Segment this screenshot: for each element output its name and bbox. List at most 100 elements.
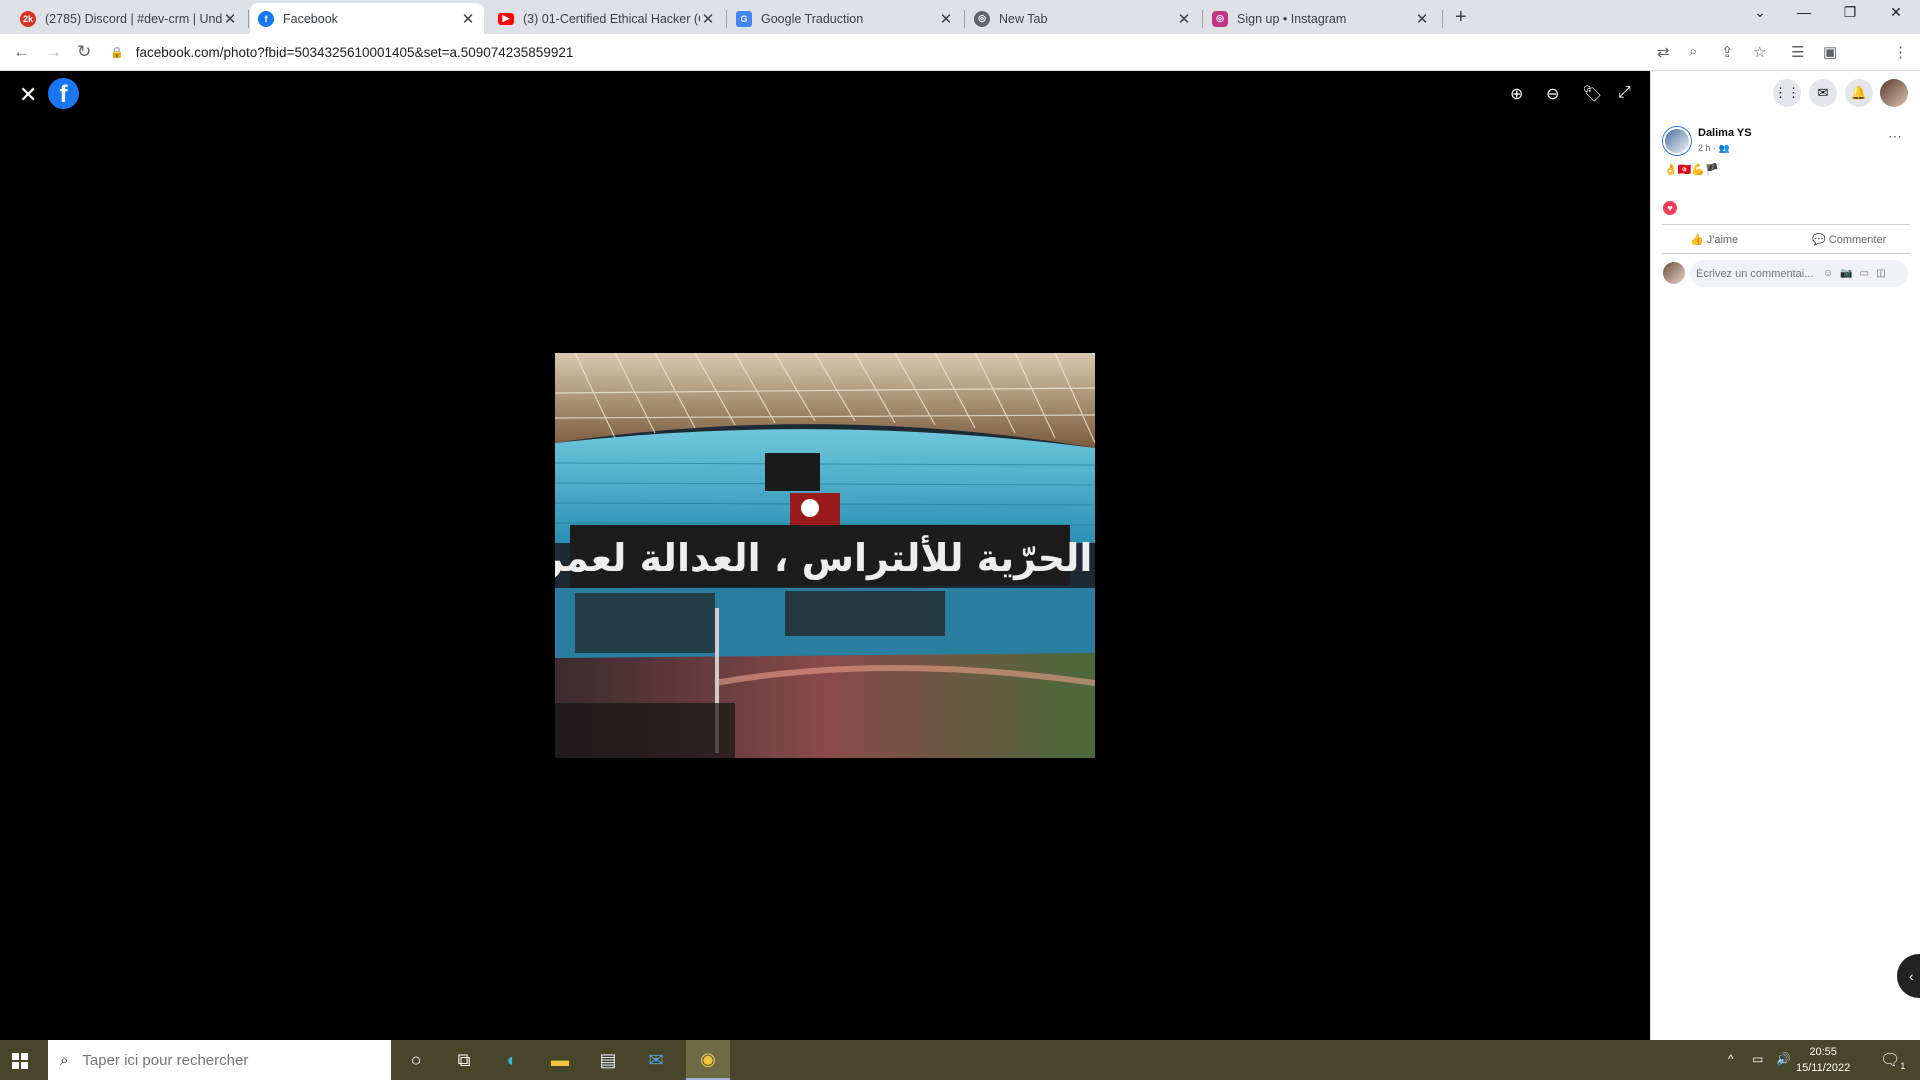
tray-chevron-icon[interactable]: ^ — [1728, 1052, 1734, 1066]
close-icon[interactable]: ✕ — [1176, 10, 1192, 28]
search-icon: ⌕ — [60, 1051, 69, 1069]
windows-taskbar: ⌕ ○ ⧉ ◐ ▬ ▤ ✉ ◉ ^ ▭ 🔊 20:55 15/11/2022 🗨… — [0, 1040, 1920, 1080]
close-icon[interactable]: ✕ — [1414, 10, 1430, 28]
notification-count: 1 — [1900, 1061, 1906, 1072]
post-side-panel: ⋮⋮ ✉ 🔔 — [1650, 71, 1920, 1040]
tab-title: Google Traduction — [761, 11, 864, 26]
tab-discord[interactable]: 2k (2785) Discord | #dev-crm | Unde ✕ — [12, 3, 246, 34]
file-explorer-icon[interactable]: ▬ — [538, 1040, 582, 1080]
tab-divider — [726, 10, 727, 28]
minimize-button[interactable]: — — [1784, 4, 1824, 20]
lock-icon[interactable]: 🔒 — [110, 46, 124, 59]
network-icon[interactable]: ▭ — [1752, 1052, 1763, 1066]
cortana-icon[interactable]: ○ — [394, 1040, 438, 1080]
reload-icon[interactable]: ↻ — [77, 42, 91, 62]
account-avatar[interactable] — [1880, 79, 1908, 107]
youtube-icon: ▶ — [498, 12, 514, 25]
photo-viewer: ✕ f ⊕ ⊖ 🏷 ⤢ الحرّية للألتراس ، العدالة ل… — [0, 71, 1650, 1040]
instagram-icon: ◎ — [1212, 10, 1228, 27]
tab-divider — [964, 10, 965, 28]
camera-icon[interactable]: 📷 — [1840, 268, 1852, 279]
thumbs-up-icon: 👍 — [1690, 234, 1707, 246]
tab-divider — [1202, 10, 1203, 28]
like-button[interactable]: 👍 J'aime — [1690, 233, 1738, 246]
zoom-icon[interactable]: ⌕ — [1689, 43, 1697, 60]
volume-icon[interactable]: 🔊 — [1776, 1052, 1791, 1066]
tab-instagram[interactable]: ◎ Sign up • Instagram ✕ — [1204, 3, 1438, 34]
tab-title: (3) 01-Certified Ethical Hacker (C — [523, 11, 700, 26]
love-reaction-icon[interactable]: ♥ — [1663, 201, 1677, 215]
fullscreen-icon[interactable]: ⤢ — [1618, 84, 1631, 102]
tab-divider — [248, 10, 249, 28]
post-author-name[interactable]: Dalima YS — [1698, 127, 1752, 139]
friends-audience-icon: 👥 — [1718, 143, 1730, 153]
messenger-icon[interactable]: ✉ — [1809, 79, 1837, 107]
back-arrow-icon[interactable]: ← — [13, 42, 30, 62]
stadium-photo[interactable]: الحرّية للألتراس ، العدالة لعمر — [555, 353, 1095, 758]
gif-icon[interactable]: ▭ — [1860, 268, 1869, 279]
menu-dots-icon[interactable]: ⋮ — [1893, 43, 1908, 61]
store-icon[interactable]: ▤ — [586, 1040, 630, 1080]
window-close-button[interactable]: ✕ — [1876, 4, 1916, 21]
reading-list-icon[interactable]: ☰ — [1791, 43, 1804, 61]
facebook-logo[interactable]: f — [48, 78, 79, 109]
forward-arrow-icon[interactable]: → — [45, 42, 62, 62]
post-action-bar: 👍 J'aime 💬 Commenter — [1662, 224, 1910, 254]
comment-input[interactable] — [1696, 267, 1816, 280]
close-icon[interactable]: ✕ — [700, 10, 716, 28]
close-icon[interactable]: ✕ — [460, 10, 476, 28]
clock-time: 20:55 — [1809, 1046, 1837, 1058]
tab-title: Facebook — [283, 11, 338, 26]
url-text[interactable]: facebook.com/photo?fbid=503432561000140​… — [136, 45, 574, 60]
side-panel-icon[interactable]: ▣ — [1823, 43, 1837, 61]
comment-button[interactable]: 💬 Commenter — [1812, 233, 1886, 246]
apps-grid-icon[interactable]: ⋮⋮ — [1773, 79, 1801, 107]
more-options-icon[interactable]: ⋯ — [1888, 128, 1902, 145]
zoom-out-icon[interactable]: ⊖ — [1546, 84, 1559, 104]
tab-title: (2785) Discord | #dev-crm | Unde — [45, 11, 222, 26]
tab-title: New Tab — [999, 11, 1048, 26]
bookmark-star-icon[interactable]: ☆ — [1753, 43, 1766, 61]
windows-start-icon[interactable] — [12, 1053, 28, 1069]
tag-icon[interactable]: 🏷 — [1582, 84, 1602, 104]
restore-button[interactable]: ❐ — [1830, 4, 1870, 21]
post-timestamp[interactable]: 2 h · — [1698, 143, 1719, 153]
tab-youtube[interactable]: ▶ (3) 01-Certified Ethical Hacker (C ✕ — [490, 3, 724, 34]
close-icon[interactable]: ✕ — [938, 10, 954, 28]
mail-icon[interactable]: ✉ — [634, 1040, 678, 1080]
new-tab-button[interactable]: + — [1455, 6, 1467, 29]
tab-search-chevron-icon[interactable]: ⌄ — [1740, 4, 1780, 21]
taskbar-clock[interactable]: 20:55 15/11/2022 — [1796, 1044, 1850, 1076]
close-icon[interactable]: ✕ — [222, 10, 238, 28]
task-view-icon[interactable]: ⧉ — [442, 1040, 486, 1080]
author-avatar[interactable] — [1663, 127, 1691, 155]
chrome-taskbar-icon[interactable]: ◉ — [686, 1040, 730, 1080]
chrome-icon: ◎ — [974, 10, 990, 27]
tab-google-traduction[interactable]: G Google Traduction ✕ — [728, 3, 962, 34]
like-label: J'aime — [1706, 234, 1739, 246]
close-viewer-button[interactable]: ✕ — [19, 82, 37, 108]
taskbar-search-input[interactable] — [82, 1051, 363, 1069]
edge-icon[interactable]: ◐ — [490, 1040, 534, 1080]
translate-page-icon[interactable]: ⇄ — [1657, 43, 1670, 61]
browser-toolbar: ← → ↻ 🔒 facebook.com/photo?fbid=50343256… — [0, 34, 1920, 97]
comment-box[interactable]: ☺ 📷 ▭ ◫ — [1690, 260, 1908, 287]
address-bar[interactable]: 🔒 facebook.com/photo?fbid=50343256100014… — [110, 38, 1775, 67]
share-icon[interactable]: ⇪ — [1721, 43, 1734, 61]
zoom-in-icon[interactable]: ⊕ — [1510, 84, 1523, 104]
tab-new-tab[interactable]: ◎ New Tab ✕ — [966, 3, 1200, 34]
post-meta[interactable]: 2 h · 👥 — [1698, 143, 1730, 154]
notification-center-icon[interactable]: 🗨1 — [1880, 1050, 1905, 1071]
stadium-image: الحرّية للألتراس ، العدالة لعمر — [555, 353, 1095, 758]
clock-date: 15/11/2022 — [1796, 1062, 1851, 1074]
commenter-avatar — [1663, 262, 1685, 284]
emoji-icon[interactable]: ☺ — [1823, 268, 1833, 279]
sticker-icon[interactable]: ◫ — [1876, 268, 1885, 279]
browser-tab-bar: 2k (2785) Discord | #dev-crm | Unde ✕ f … — [0, 0, 1920, 34]
tab-facebook[interactable]: f Facebook ✕ — [250, 3, 484, 34]
comment-label: Commenter — [1828, 234, 1887, 246]
translate-icon: G — [736, 10, 752, 27]
taskbar-search[interactable]: ⌕ — [48, 1040, 391, 1080]
discord-icon: 2k — [20, 10, 36, 27]
notifications-bell-icon[interactable]: 🔔 — [1845, 79, 1873, 107]
